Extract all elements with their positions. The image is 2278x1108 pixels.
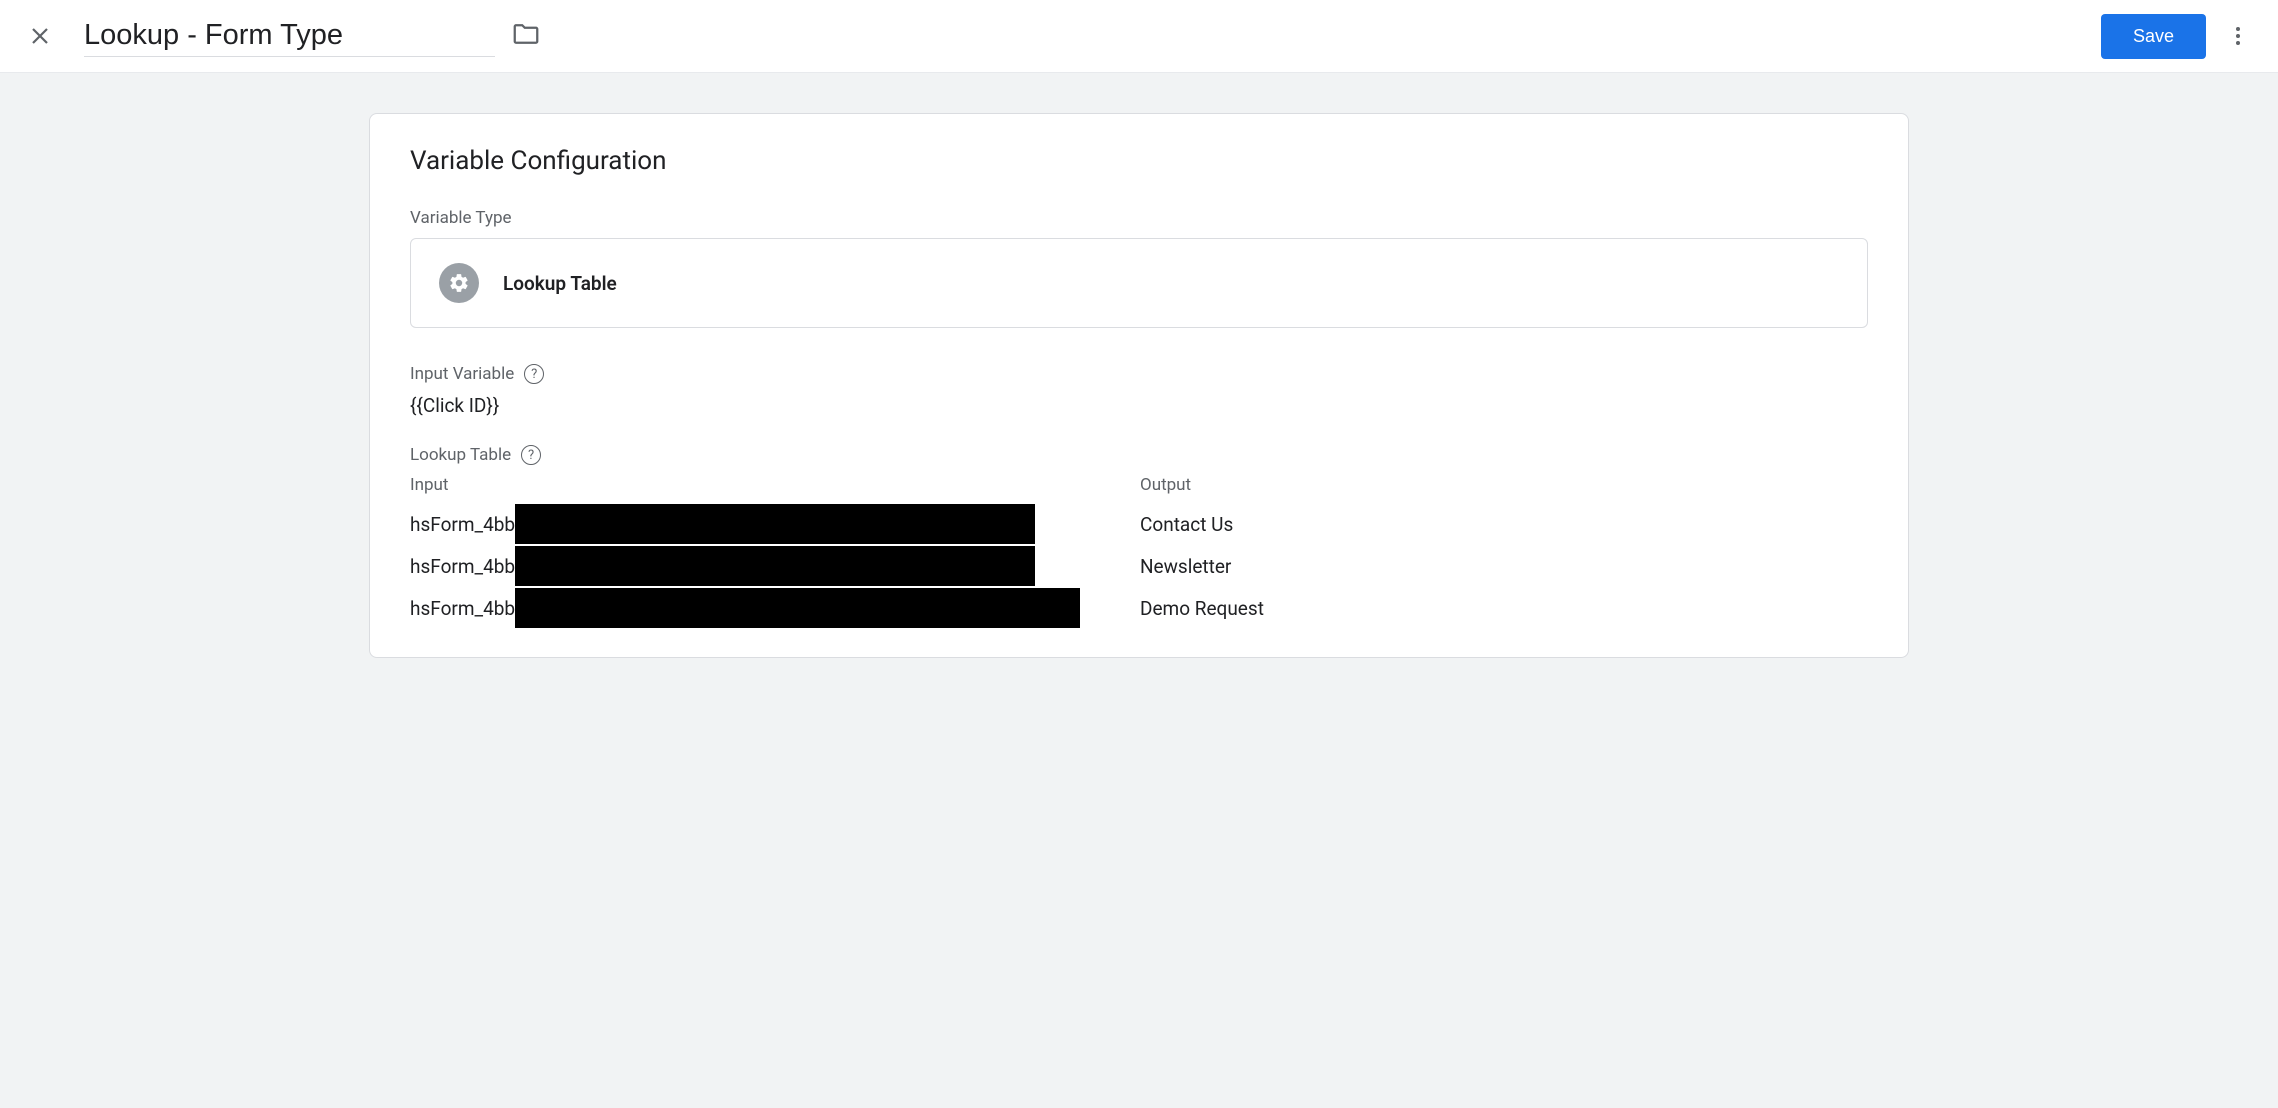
gear-icon: [448, 272, 470, 294]
lookup-table-label: Lookup Table ?: [410, 445, 1868, 465]
input-variable-label: Input Variable ?: [410, 364, 1868, 384]
table-row: hsForm_4bb Newsletter: [410, 545, 1868, 587]
variable-type-selector[interactable]: Lookup Table: [410, 238, 1868, 328]
input-cell-text: hsForm_4bb: [410, 555, 515, 578]
column-output-header: Output: [1140, 475, 1191, 495]
header-actions: Save: [2101, 12, 2262, 60]
variable-type-label: Variable Type: [410, 208, 1868, 228]
close-button[interactable]: [16, 12, 64, 60]
folder-button[interactable]: [511, 19, 541, 53]
title-wrap: [84, 15, 541, 57]
input-cell: hsForm_4bb: [410, 504, 1140, 544]
redacted-block: [515, 504, 1035, 544]
output-cell: Newsletter: [1140, 555, 1231, 578]
folder-icon: [511, 19, 541, 49]
help-icon[interactable]: ?: [521, 445, 541, 465]
more-menu-button[interactable]: [2214, 12, 2262, 60]
input-variable-value: {{Click ID}}: [410, 394, 1868, 417]
lookup-table: Input Output hsForm_4bb Contact Us hsFor…: [410, 475, 1868, 629]
table-row: hsForm_4bb Contact Us: [410, 503, 1868, 545]
card-title: Variable Configuration: [410, 146, 1868, 176]
more-vert-icon: [2226, 24, 2250, 48]
save-button[interactable]: Save: [2101, 14, 2206, 59]
input-cell-text: hsForm_4bb: [410, 513, 515, 536]
redacted-block: [515, 546, 1035, 586]
input-cell-text: hsForm_4bb: [410, 597, 515, 620]
table-header: Input Output: [410, 475, 1868, 495]
column-input-header: Input: [410, 475, 1140, 495]
editor-header: Save: [0, 0, 2278, 73]
variable-type-name: Lookup Table: [503, 272, 617, 295]
table-row: hsForm_4bb Demo Request: [410, 587, 1868, 629]
variable-name-input[interactable]: [84, 15, 495, 57]
redacted-block: [515, 588, 1080, 628]
input-cell: hsForm_4bb: [410, 546, 1140, 586]
close-icon: [28, 24, 52, 48]
input-variable-label-text: Input Variable: [410, 364, 514, 384]
lookup-table-label-text: Lookup Table: [410, 445, 511, 465]
variable-configuration-card: Variable Configuration Variable Type Loo…: [369, 113, 1909, 658]
output-cell: Demo Request: [1140, 597, 1264, 620]
input-cell: hsForm_4bb: [410, 588, 1140, 628]
content-area: Variable Configuration Variable Type Loo…: [0, 73, 2278, 698]
output-cell: Contact Us: [1140, 513, 1233, 536]
variable-type-icon-wrap: [439, 263, 479, 303]
help-icon[interactable]: ?: [524, 364, 544, 384]
